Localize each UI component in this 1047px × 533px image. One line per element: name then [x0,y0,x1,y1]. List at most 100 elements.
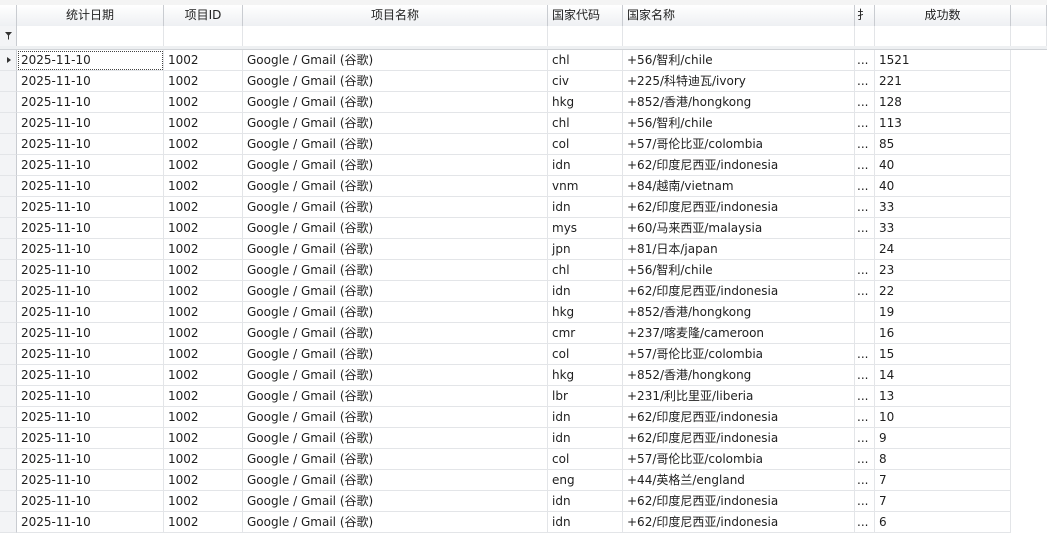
cell-country-code[interactable]: civ [548,71,623,92]
cell-country-code[interactable]: cmr [548,323,623,344]
cell-project-id[interactable]: 1002 [164,344,243,365]
cell-project-name[interactable]: Google / Gmail (谷歌) [243,92,548,113]
column-header-project-id[interactable]: 项目ID [164,5,243,26]
cell-truncated[interactable] [855,239,875,260]
cell-truncated[interactable]: ... [855,260,875,281]
cell-success-count[interactable]: 113 [875,113,1011,134]
cell-project-id[interactable]: 1002 [164,470,243,491]
cell-truncated[interactable] [855,323,875,344]
table-row[interactable]: 2025-11-10 1002 Google / Gmail (谷歌) chl +56/… [0,260,1047,281]
cell-truncated[interactable]: ... [855,470,875,491]
row-indicator[interactable] [0,155,17,176]
cell-truncated[interactable]: ... [855,407,875,428]
cell-truncated[interactable]: ... [855,386,875,407]
cell-country-name[interactable]: +56/智利/chile [623,50,855,71]
cell-truncated[interactable]: ... [855,197,875,218]
cell-date[interactable]: 2025-11-10 [17,365,164,386]
cell-truncated[interactable]: ... [855,155,875,176]
cell-project-name[interactable]: Google / Gmail (谷歌) [243,260,548,281]
cell-success-count[interactable]: 22 [875,281,1011,302]
cell-country-code[interactable]: col [548,449,623,470]
cell-country-name[interactable]: +62/印度尼西亚/indonesia [623,428,855,449]
cell-success-count[interactable]: 24 [875,239,1011,260]
cell-truncated[interactable]: ... [855,71,875,92]
cell-project-name[interactable]: Google / Gmail (谷歌) [243,470,548,491]
cell-project-name[interactable]: Google / Gmail (谷歌) [243,428,548,449]
row-indicator[interactable] [0,323,17,344]
cell-success-count[interactable]: 14 [875,365,1011,386]
row-indicator[interactable] [0,176,17,197]
cell-country-code[interactable]: idn [548,491,623,512]
cell-truncated[interactable]: ... [855,113,875,134]
filter-cell-country-code[interactable] [548,26,623,46]
cell-project-name[interactable]: Google / Gmail (谷歌) [243,302,548,323]
cell-date[interactable]: 2025-11-10 [17,176,164,197]
cell-country-code[interactable]: col [548,344,623,365]
cell-date[interactable]: 2025-11-10 [17,92,164,113]
cell-country-code[interactable]: idn [548,428,623,449]
cell-success-count[interactable]: 33 [875,197,1011,218]
cell-truncated[interactable] [855,302,875,323]
cell-country-name[interactable]: +56/智利/chile [623,260,855,281]
table-row[interactable]: 2025-11-10 1002 Google / Gmail (谷歌) chl +56/… [0,50,1047,71]
cell-truncated[interactable]: ... [855,176,875,197]
cell-project-id[interactable]: 1002 [164,71,243,92]
table-row[interactable]: 2025-11-10 1002 Google / Gmail (谷歌) idn +62/… [0,197,1047,218]
cell-project-id[interactable]: 1002 [164,281,243,302]
cell-project-id[interactable]: 1002 [164,302,243,323]
cell-project-id[interactable]: 1002 [164,365,243,386]
row-indicator[interactable] [0,113,17,134]
cell-project-id[interactable]: 1002 [164,218,243,239]
cell-country-name[interactable]: +57/哥伦比亚/colombia [623,134,855,155]
filter-cell-project-id[interactable] [164,26,243,46]
cell-date[interactable]: 2025-11-10 [17,344,164,365]
cell-project-id[interactable]: 1002 [164,50,243,71]
cell-success-count[interactable]: 128 [875,92,1011,113]
cell-date[interactable]: 2025-11-10 [17,428,164,449]
cell-date[interactable]: 2025-11-10 [17,323,164,344]
cell-country-name[interactable]: +852/香港/hongkong [623,92,855,113]
cell-date[interactable]: 2025-11-10 [17,197,164,218]
cell-country-code[interactable]: chl [548,260,623,281]
cell-country-code[interactable]: chl [548,113,623,134]
cell-project-id[interactable]: 1002 [164,491,243,512]
row-indicator[interactable] [0,197,17,218]
cell-country-code[interactable]: jpn [548,239,623,260]
cell-project-name[interactable]: Google / Gmail (谷歌) [243,323,548,344]
row-indicator[interactable] [0,344,17,365]
cell-country-name[interactable]: +60/马来西亚/malaysia [623,218,855,239]
cell-project-name[interactable]: Google / Gmail (谷歌) [243,344,548,365]
table-row[interactable]: 2025-11-10 1002 Google / Gmail (谷歌) col +57/… [0,344,1047,365]
cell-country-name[interactable]: +57/哥伦比亚/colombia [623,344,855,365]
cell-project-name[interactable]: Google / Gmail (谷歌) [243,512,548,533]
cell-country-code[interactable]: vnm [548,176,623,197]
cell-project-name[interactable]: Google / Gmail (谷歌) [243,239,548,260]
row-indicator[interactable] [0,134,17,155]
filter-cell-success-count[interactable] [875,26,1011,46]
cell-date[interactable]: 2025-11-10 [17,239,164,260]
cell-truncated[interactable]: ... [855,50,875,71]
cell-country-name[interactable]: +62/印度尼西亚/indonesia [623,197,855,218]
cell-project-name[interactable]: Google / Gmail (谷歌) [243,134,548,155]
cell-project-id[interactable]: 1002 [164,92,243,113]
row-indicator[interactable] [0,92,17,113]
table-row[interactable]: 2025-11-10 1002 Google / Gmail (谷歌) col +57/… [0,449,1047,470]
table-row[interactable]: 2025-11-10 1002 Google / Gmail (谷歌) hkg +852… [0,302,1047,323]
cell-project-id[interactable]: 1002 [164,176,243,197]
cell-date[interactable]: 2025-11-10 [17,512,164,533]
cell-country-name[interactable]: +84/越南/vietnam [623,176,855,197]
cell-truncated[interactable]: ... [855,344,875,365]
cell-country-name[interactable]: +81/日本/japan [623,239,855,260]
filter-cell-truncated[interactable] [855,26,875,46]
table-row[interactable]: 2025-11-10 1002 Google / Gmail (谷歌) idn +62/… [0,491,1047,512]
cell-success-count[interactable]: 16 [875,323,1011,344]
cell-success-count[interactable]: 15 [875,344,1011,365]
cell-truncated[interactable]: ... [855,92,875,113]
cell-country-name[interactable]: +56/智利/chile [623,113,855,134]
row-indicator[interactable] [0,71,17,92]
cell-truncated[interactable]: ... [855,218,875,239]
cell-truncated[interactable]: ... [855,281,875,302]
cell-project-id[interactable]: 1002 [164,155,243,176]
cell-project-id[interactable]: 1002 [164,512,243,533]
cell-country-name[interactable]: +62/印度尼西亚/indonesia [623,155,855,176]
